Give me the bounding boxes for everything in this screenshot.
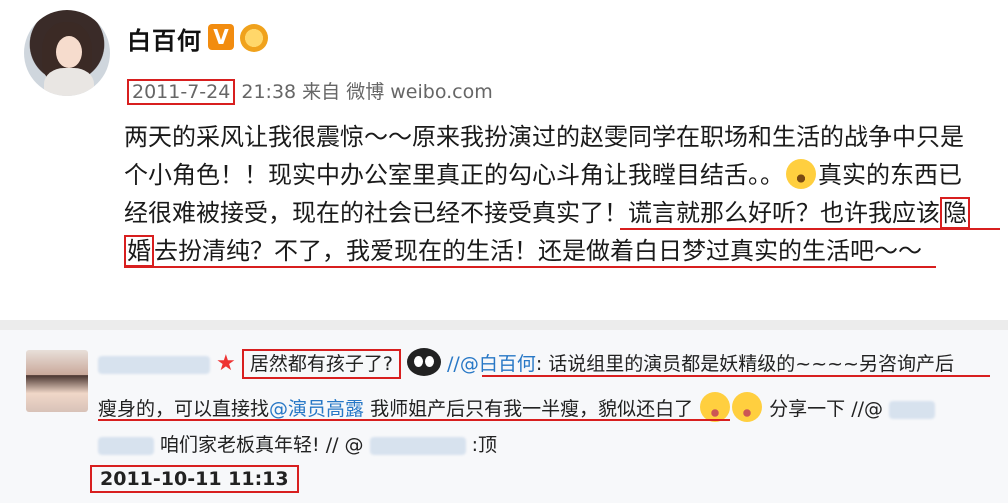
avatar-body bbox=[44, 68, 94, 96]
section-divider bbox=[0, 320, 1008, 330]
mention-baibaihe[interactable]: //@白百何 bbox=[447, 353, 536, 375]
mention-gaolu[interactable]: @演员高露 bbox=[269, 398, 364, 420]
post-line-2-tail: 真实的东西已 bbox=[818, 161, 962, 189]
shocked-face-icon bbox=[786, 159, 816, 189]
star-icon: ★ bbox=[216, 351, 236, 376]
blurred-username-2 bbox=[889, 400, 936, 419]
post-line-1: 两天的采风让我很震惊～～原来我扮演过的赵雯同学在职场和生活的战争中只是 bbox=[124, 123, 964, 151]
avatar-face bbox=[56, 36, 82, 68]
laughing-face-icon-2 bbox=[732, 392, 763, 422]
underline-comment-1 bbox=[482, 375, 990, 377]
post-line-3-text: 经很难被接受，现在的社会已经不接受真实了！谎言就那么好听？也许我应该 bbox=[124, 199, 940, 227]
author-avatar[interactable] bbox=[24, 10, 110, 96]
post-line-2-text: 个小角色！！现实中办公室里真正的勾心斗角让我瞠目结舌。。 bbox=[124, 161, 784, 189]
boxed-char-yin: 隐 bbox=[940, 197, 970, 229]
underline-line4 bbox=[124, 266, 936, 268]
post-time-source: 21:38 来自 微博 weibo.com bbox=[235, 81, 493, 103]
blurred-username bbox=[98, 355, 210, 374]
post-date[interactable]: 2011-7-24 bbox=[127, 79, 236, 105]
post-line-4-text: 去扮清纯？不了，我爱现在的生活！还是做着白日梦过真实的生活吧～～ bbox=[154, 237, 922, 265]
eyes-icon bbox=[406, 348, 441, 376]
comment-line-3: 咱们家老板真年轻! // @ :顶 bbox=[98, 430, 497, 457]
post-text: 两天的采风让我很震惊～～原来我扮演过的赵雯同学在职场和生活的战争中只是 个小角色… bbox=[124, 118, 1004, 270]
comment-line-1: ★ 居然都有孩子了? //@白百何: 话说组里的演员都是妖精级的~~~~另咨询产… bbox=[98, 348, 954, 379]
commenter-avatar[interactable] bbox=[26, 350, 88, 412]
comment-line-2: 瘦身的，可以直接找@演员高露 我师姐产后只有我一半瘦，貌似还白了 分享一下 //… bbox=[98, 392, 936, 422]
comment-line-2-b: 我师姐产后只有我一半瘦，貌似还白了 bbox=[364, 398, 694, 420]
underline-comment-2 bbox=[98, 419, 730, 421]
post-line-3: 经很难被接受，现在的社会已经不接受真实了！谎言就那么好听？也许我应该隐 bbox=[124, 194, 1004, 232]
laughing-face-icon bbox=[700, 392, 731, 422]
weibo-post: 白百何 V 2011-7-24 21:38 来自 微博 weibo.com 两天… bbox=[0, 0, 1008, 318]
comment-line-2-a: 瘦身的，可以直接找 bbox=[98, 398, 270, 420]
comment-line-3-b: :顶 bbox=[471, 434, 498, 456]
boxed-comment-text: 居然都有孩子了? bbox=[241, 349, 401, 379]
post-line-2: 个小角色！！现实中办公室里真正的勾心斗角让我瞠目结舌。。 真实的东西已 bbox=[124, 156, 1004, 194]
boxed-char-hun: 婚 bbox=[124, 235, 154, 267]
comment-line-2-c: 分享一下 //@ bbox=[769, 398, 884, 420]
verified-v-icon: V bbox=[208, 24, 234, 50]
underline-line3 bbox=[620, 228, 1000, 230]
comment-line-3-a: 咱们家老板真年轻! // @ bbox=[160, 434, 364, 456]
author-name[interactable]: 白百何 bbox=[127, 21, 202, 56]
medal-icon bbox=[240, 24, 268, 52]
post-line-4: 婚去扮清纯？不了，我爱现在的生活！还是做着白日梦过真实的生活吧～～ bbox=[124, 232, 1004, 270]
post-meta: 2011-7-24 21:38 来自 微博 weibo.com bbox=[127, 77, 493, 105]
blurred-username-4 bbox=[369, 436, 466, 455]
repost-comment: ★ 居然都有孩子了? //@白百何: 话说组里的演员都是妖精级的~~~~另咨询产… bbox=[0, 330, 1008, 503]
blurred-username-3 bbox=[98, 436, 154, 455]
comment-line-1-rest: : 话说组里的演员都是妖精级的~~~~另咨询产后 bbox=[535, 353, 954, 375]
comment-timestamp[interactable]: 2011-10-11 11:13 bbox=[90, 465, 299, 493]
